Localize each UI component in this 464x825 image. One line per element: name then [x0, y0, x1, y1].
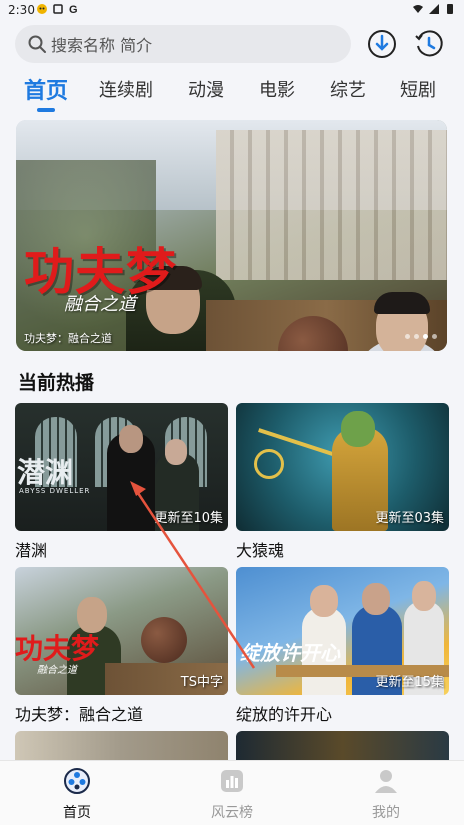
wifi-icon [413, 5, 423, 13]
search-placeholder: 搜索名称 简介 [51, 36, 153, 55]
bottom-navigation: 首页 风云榜 我的 [0, 760, 464, 825]
banner-dot [414, 334, 419, 339]
thumb-head [412, 581, 436, 611]
show-card[interactable]: 潜渊 ABYSS DWELLER 更新至10集 潜渊 [15, 403, 228, 561]
show-title: 绽放的许开心 [236, 705, 333, 724]
episode-badge: 更新至03集 [375, 511, 444, 526]
thumb-logo: 绽放许开心 [240, 641, 340, 665]
show-title: 潜渊 [15, 541, 48, 560]
notification-square-icon [53, 4, 63, 14]
status-time: 2:30 [8, 3, 35, 17]
show-thumbnail: 更新至03集 [236, 403, 449, 531]
search-input[interactable]: 搜索名称 简介 [15, 25, 351, 63]
banner-hair-right [374, 292, 430, 314]
tab-short[interactable]: 短剧 [400, 76, 436, 102]
battery-icon [447, 4, 453, 14]
show-card[interactable]: 功夫梦 融合之道 TS中字 功夫梦：融合之道 [15, 567, 228, 725]
thumb-ball [141, 617, 187, 663]
thumb-logo-sub: 融合之道 [37, 665, 77, 676]
show-card-partial[interactable] [15, 731, 228, 761]
svg-text:G: G [69, 4, 78, 15]
thumb-logo-sub: ABYSS DWELLER [19, 487, 91, 495]
thumb-head [165, 439, 187, 465]
signal-icon [429, 4, 439, 14]
episode-badge: 更新至10集 [154, 511, 223, 526]
banner-caption: 功夫梦：融合之道 [24, 332, 112, 345]
thumb-head [341, 411, 375, 447]
show-card[interactable]: 更新至03集 大猿魂 [236, 403, 449, 561]
banner-dot-active [423, 334, 428, 339]
nav-ranking[interactable]: 风云榜 [192, 767, 272, 822]
show-title: 功夫梦：融合之道 [15, 705, 144, 724]
category-tabs: 首页 连续剧 动漫 电影 综艺 短剧 [0, 72, 464, 112]
download-icon[interactable] [366, 28, 398, 60]
thumb-head [310, 585, 338, 617]
banner-subtitle: 融合之道 [64, 294, 136, 315]
status-right [412, 3, 456, 15]
google-icon: G [69, 4, 78, 15]
tab-active-indicator [37, 108, 55, 112]
banner-building [216, 130, 447, 280]
nav-home-label: 首页 [63, 805, 91, 821]
banner-dot [405, 334, 410, 339]
tab-series[interactable]: 连续剧 [99, 76, 153, 102]
chart-icon [221, 770, 243, 792]
thumb-logo: 潜渊 [17, 456, 74, 489]
episode-badge: 更新至15集 [375, 675, 444, 690]
nav-ranking-label: 风云榜 [211, 805, 253, 821]
status-bar: 2:30 G [0, 0, 464, 20]
search-icon [28, 35, 46, 53]
tab-anime[interactable]: 动漫 [188, 76, 224, 102]
profile-icon [375, 770, 397, 793]
thumb-ring [254, 449, 284, 479]
quality-badge: TS中字 [180, 675, 223, 690]
nav-profile-label: 我的 [372, 805, 400, 821]
tab-movie[interactable]: 电影 [259, 76, 295, 102]
notification-icons: G [36, 3, 80, 15]
tab-home[interactable]: 首页 [24, 73, 68, 105]
notification-cat-icon [37, 4, 47, 14]
show-title: 大猿魂 [236, 541, 285, 560]
thumb-head [119, 425, 143, 453]
thumb-head [362, 583, 390, 615]
show-thumbnail: 潜渊 ABYSS DWELLER 更新至10集 [15, 403, 228, 531]
show-card-partial[interactable] [236, 731, 449, 761]
history-icon[interactable] [413, 28, 445, 60]
nav-home[interactable]: 首页 [37, 767, 117, 822]
home-film-icon [64, 768, 90, 794]
section-title: 当前热播 [18, 372, 95, 394]
show-thumbnail: 绽放许开心 更新至15集 [236, 567, 449, 695]
nav-profile[interactable]: 我的 [346, 767, 426, 822]
show-card[interactable]: 绽放许开心 更新至15集 绽放的许开心 [236, 567, 449, 725]
banner-pagination [405, 334, 437, 339]
hero-banner[interactable]: 功夫梦 融合之道 功夫梦：融合之道 [16, 120, 447, 351]
show-thumbnail: 功夫梦 融合之道 TS中字 [15, 567, 228, 695]
tab-variety[interactable]: 综艺 [330, 76, 366, 102]
banner-dot [432, 334, 437, 339]
